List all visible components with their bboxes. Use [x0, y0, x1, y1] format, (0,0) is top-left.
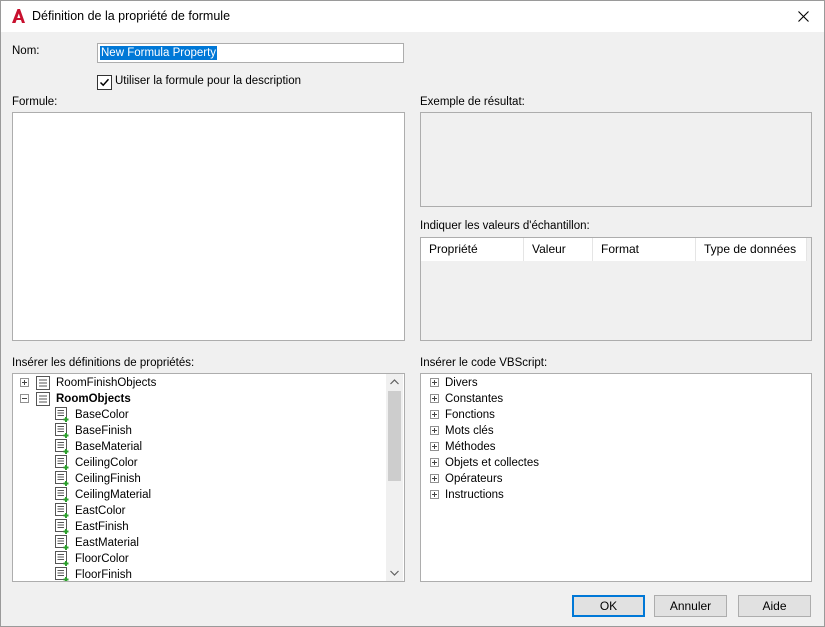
vbscript-item[interactable]: Opérateurs	[421, 471, 801, 487]
expand-icon[interactable]	[430, 442, 439, 451]
vbscript-item[interactable]: Méthodes	[421, 439, 801, 455]
property-definition-icon	[55, 407, 69, 422]
collapse-icon[interactable]	[20, 394, 29, 403]
property-definition-icon	[55, 567, 69, 581]
autocad-app-icon	[12, 9, 25, 23]
property-definition-icon	[55, 487, 69, 502]
scroll-thumb[interactable]	[388, 391, 401, 481]
title-bar: Définition de la propriété de formule	[1, 1, 824, 32]
formula-textarea[interactable]	[12, 112, 405, 341]
expand-icon[interactable]	[430, 426, 439, 435]
vbscript-tree[interactable]: Divers Constantes Fonctions Mots clés Méthod…	[420, 373, 812, 582]
property-definition-icon	[55, 551, 69, 566]
scroll-up-icon[interactable]	[390, 379, 399, 385]
column-header-property[interactable]: Propriété	[421, 238, 524, 261]
use-formula-description-label[interactable]: Utiliser la formule pour la description	[115, 75, 301, 87]
tree-item-label: EastColor	[75, 505, 126, 517]
result-example-box	[420, 112, 812, 207]
expand-icon[interactable]	[430, 490, 439, 499]
result-example-label: Exemple de résultat:	[420, 96, 525, 108]
expand-icon[interactable]	[20, 378, 29, 387]
vbscript-item-label: Objets et collectes	[445, 457, 539, 469]
expand-icon[interactable]	[430, 458, 439, 467]
sample-values-label: Indiquer les valeurs d'échantillon:	[420, 220, 590, 232]
vbscript-item-label: Mots clés	[445, 425, 494, 437]
tree-item-label: BaseColor	[75, 409, 129, 421]
property-defs-scrollbar[interactable]	[386, 374, 403, 581]
tree-item[interactable]: FloorColor	[13, 551, 383, 567]
expand-icon[interactable]	[430, 410, 439, 419]
tree-item[interactable]: BaseMaterial	[13, 439, 383, 455]
name-input-value: New Formula Property	[100, 46, 218, 60]
formula-label: Formule:	[12, 96, 58, 108]
vbscript-item-label: Méthodes	[445, 441, 496, 453]
vbscript-item[interactable]: Fonctions	[421, 407, 801, 423]
tree-item[interactable]: EastFinish	[13, 519, 383, 535]
cancel-button[interactable]: Annuler	[654, 595, 727, 617]
tree-item-label: FloorFinish	[75, 569, 132, 581]
vbscript-item-label: Fonctions	[445, 409, 495, 421]
tree-item[interactable]: EastMaterial	[13, 535, 383, 551]
property-definition-icon	[55, 439, 69, 454]
property-definition-icon	[55, 535, 69, 550]
tree-item[interactable]: EastColor	[13, 503, 383, 519]
tree-item-label: BaseFinish	[75, 425, 132, 437]
column-header-format[interactable]: Format	[593, 238, 696, 261]
tree-item-label: EastMaterial	[75, 537, 139, 549]
property-defs-tree[interactable]: RoomFinishObjects RoomObjects BaseColor Bas…	[12, 373, 405, 582]
vbscript-item-label: Opérateurs	[445, 473, 503, 485]
help-button[interactable]: Aide	[738, 595, 811, 617]
tree-item[interactable]: RoomObjects	[13, 391, 383, 407]
property-definition-icon	[55, 471, 69, 486]
ok-button[interactable]: OK	[572, 595, 645, 617]
tree-item-label: RoomObjects	[56, 393, 131, 405]
expand-icon[interactable]	[430, 378, 439, 387]
scroll-down-icon[interactable]	[390, 570, 399, 576]
tree-item[interactable]: CeilingColor	[13, 455, 383, 471]
tree-item[interactable]: FloorFinish	[13, 567, 383, 581]
vbscript-item[interactable]: Divers	[421, 375, 801, 391]
vbscript-item[interactable]: Constantes	[421, 391, 801, 407]
tree-item[interactable]: BaseColor	[13, 407, 383, 423]
tree-item-label: EastFinish	[75, 521, 129, 533]
window-title: Définition de la propriété de formule	[32, 9, 231, 23]
vbscript-item[interactable]: Mots clés	[421, 423, 801, 439]
property-definition-icon	[55, 519, 69, 534]
tree-item[interactable]: CeilingFinish	[13, 471, 383, 487]
checkmark-icon	[99, 78, 110, 87]
tree-item[interactable]: CeilingMaterial	[13, 487, 383, 503]
property-set-icon	[36, 392, 50, 406]
name-label: Nom:	[12, 45, 40, 57]
expand-icon[interactable]	[430, 394, 439, 403]
tree-item[interactable]: RoomFinishObjects	[13, 375, 383, 391]
tree-item-label: CeilingFinish	[75, 473, 141, 485]
formula-property-dialog: Définition de la propriété de formule No…	[0, 0, 825, 627]
vbscript-item-label: Constantes	[445, 393, 504, 405]
vbscript-label: Insérer le code VBScript:	[420, 357, 548, 369]
column-header-value[interactable]: Valeur	[524, 238, 593, 261]
sample-values-table[interactable]: Propriété Valeur Format Type de données	[420, 237, 812, 341]
property-definition-icon	[55, 423, 69, 438]
expand-icon[interactable]	[430, 474, 439, 483]
vbscript-item-label: Instructions	[445, 489, 504, 501]
tree-item-label: CeilingMaterial	[75, 489, 152, 501]
property-definition-icon	[55, 503, 69, 518]
column-header-data-type[interactable]: Type de données	[696, 238, 807, 261]
tree-item-label: RoomFinishObjects	[56, 377, 157, 389]
tree-item-label: CeilingColor	[75, 457, 138, 469]
tree-item-label: FloorColor	[75, 553, 129, 565]
vbscript-item[interactable]: Instructions	[421, 487, 801, 503]
vbscript-item-label: Divers	[445, 377, 478, 389]
property-set-icon	[36, 376, 50, 390]
use-formula-description-checkbox[interactable]	[97, 75, 112, 90]
property-defs-label: Insérer les définitions de propriétés:	[12, 357, 195, 369]
name-input[interactable]: New Formula Property	[97, 43, 404, 63]
close-button[interactable]	[786, 1, 820, 32]
tree-item[interactable]: BaseFinish	[13, 423, 383, 439]
close-icon	[797, 11, 809, 22]
vbscript-item[interactable]: Objets et collectes	[421, 455, 801, 471]
property-definition-icon	[55, 455, 69, 470]
tree-item-label: BaseMaterial	[75, 441, 143, 453]
